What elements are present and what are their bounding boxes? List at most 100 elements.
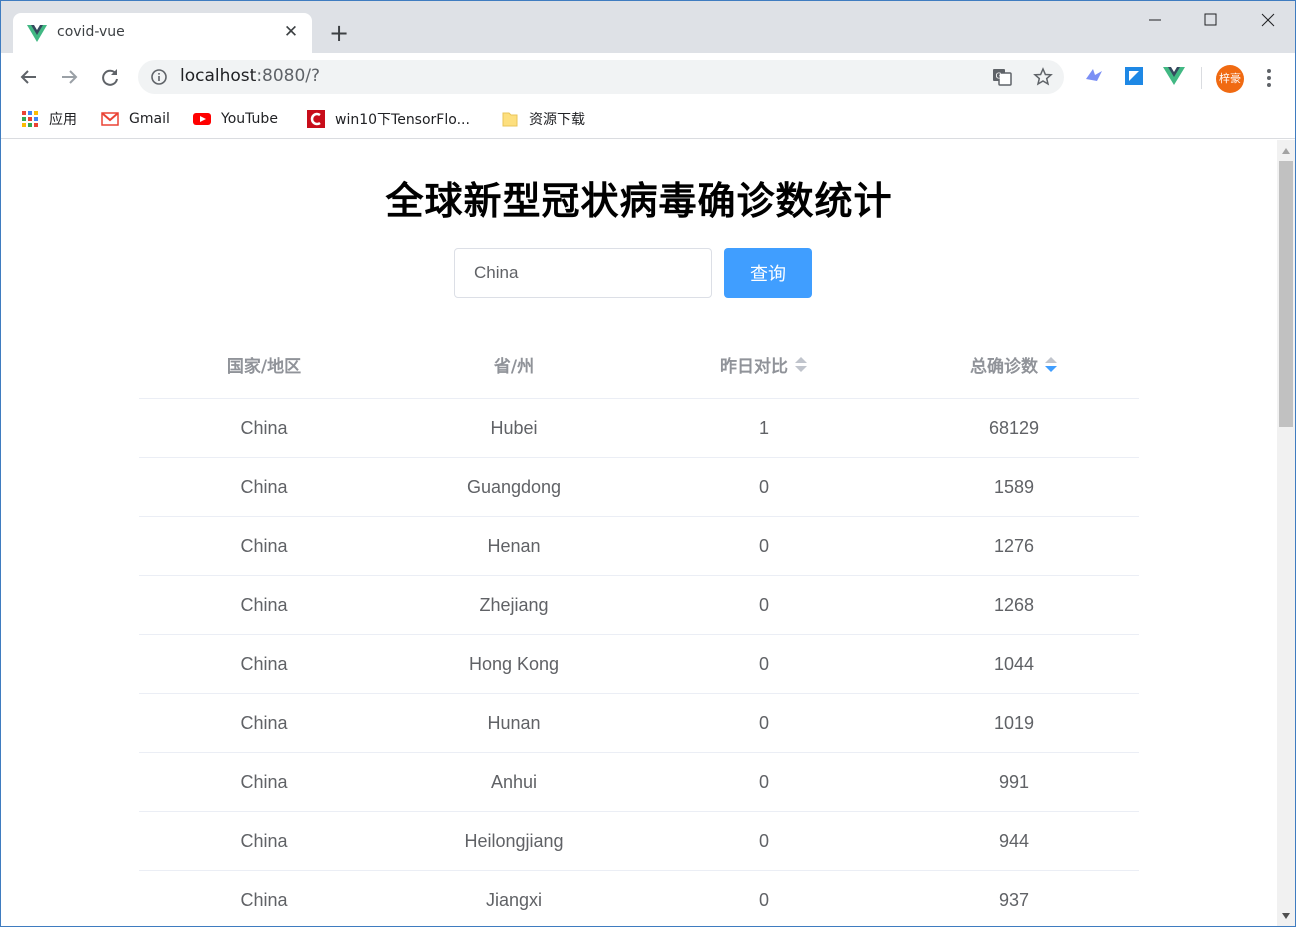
bookmark-label: 应用 xyxy=(49,112,77,128)
bookmark-star-icon[interactable] xyxy=(1033,67,1053,87)
cell-province: Zhejiang xyxy=(479,594,549,615)
table-row: China Henan 0 1276 xyxy=(139,517,1139,576)
cell-country: China xyxy=(240,535,288,556)
bookmark-label: Gmail xyxy=(129,111,170,127)
table-row: China Hubei 1 68129 xyxy=(139,399,1139,458)
cell-country: China xyxy=(240,417,288,438)
browser-tab[interactable]: covid-vue ✕ xyxy=(13,13,312,53)
close-tab-icon[interactable]: ✕ xyxy=(281,22,301,42)
url-host: localhost xyxy=(180,66,257,86)
more-menu-icon[interactable] xyxy=(1259,66,1279,90)
cell-total-confirmed: 937 xyxy=(998,889,1030,910)
cell-daily-change: 0 xyxy=(758,535,769,556)
bookmark-label: win10下TensorFlo... xyxy=(335,112,470,128)
table-row: China Jiangxi 0 937 xyxy=(139,871,1139,926)
cell-total-confirmed: 68129 xyxy=(988,417,1040,438)
browser-window: covid-vue ✕ + localhost:8080/? G 梓豪 应用 G… xyxy=(0,0,1296,927)
maximize-icon[interactable] xyxy=(1200,9,1222,31)
close-window-icon[interactable] xyxy=(1257,9,1279,31)
sort-caret-icon[interactable] xyxy=(794,356,808,374)
page-viewport: 全球新型冠状病毒确诊数统计 查询 国家/地区 省/州 昨日对比 总确诊数 Chi… xyxy=(1,140,1277,926)
scroll-down-icon[interactable] xyxy=(1281,911,1291,921)
cell-daily-change: 0 xyxy=(758,830,769,851)
column-header-label: 省/州 xyxy=(493,357,535,377)
table-header: 国家/地区 省/州 昨日对比 总确诊数 xyxy=(139,330,1139,399)
column-header-label: 国家/地区 xyxy=(226,357,302,377)
browser-toolbar: localhost:8080/? G 梓豪 xyxy=(1,53,1295,101)
cell-province: Henan xyxy=(487,535,541,556)
gmail-icon xyxy=(101,112,119,126)
avatar[interactable]: 梓豪 xyxy=(1216,65,1244,93)
cell-daily-change: 0 xyxy=(758,594,769,615)
reload-icon[interactable] xyxy=(97,64,123,90)
url-path: :8080/? xyxy=(256,66,321,86)
cell-country: China xyxy=(240,653,288,674)
cell-total-confirmed: 1044 xyxy=(993,653,1035,674)
cell-total-confirmed: 1019 xyxy=(993,712,1035,733)
column-header-country: 国家/地区 xyxy=(139,330,389,399)
cell-country: China xyxy=(240,889,288,910)
search-input[interactable] xyxy=(454,248,712,298)
cell-province: Anhui xyxy=(490,771,538,792)
cell-total-confirmed: 991 xyxy=(998,771,1030,792)
bookmark-gmail[interactable]: Gmail xyxy=(101,109,170,129)
cell-province: Hubei xyxy=(490,417,538,438)
url-text[interactable]: localhost:8080/? xyxy=(180,66,320,86)
cell-country: China xyxy=(240,476,288,497)
cell-daily-change: 0 xyxy=(758,889,769,910)
sort-caret-icon[interactable] xyxy=(1044,356,1058,374)
csdn-icon xyxy=(307,110,325,128)
translate-icon[interactable]: G xyxy=(992,67,1012,87)
cell-total-confirmed: 1268 xyxy=(993,594,1035,615)
table-row: China Guangdong 0 1589 xyxy=(139,458,1139,517)
table-row: China Hunan 0 1019 xyxy=(139,694,1139,753)
bookmark-folder[interactable]: 资源下载 xyxy=(501,109,585,129)
data-table: 国家/地区 省/州 昨日对比 总确诊数 China Hubei 1 68129 Chin… xyxy=(139,330,1139,926)
bookmark-label: 资源下载 xyxy=(529,112,585,128)
cell-province: Hong Kong xyxy=(468,653,560,674)
cell-total-confirmed: 944 xyxy=(998,830,1030,851)
search-button[interactable]: 查询 xyxy=(724,248,812,298)
page-scrollbar[interactable] xyxy=(1277,140,1295,926)
address-bar[interactable]: localhost:8080/? G xyxy=(138,60,1064,94)
cell-daily-change: 0 xyxy=(758,771,769,792)
bookmark-apps[interactable]: 应用 xyxy=(21,109,77,129)
new-tab-icon[interactable]: + xyxy=(327,21,351,45)
cell-province: Heilongjiang xyxy=(464,830,564,851)
back-icon[interactable] xyxy=(16,64,42,90)
scroll-up-icon[interactable] xyxy=(1281,146,1291,156)
tab-strip: covid-vue ✕ + xyxy=(1,1,1295,53)
forward-icon[interactable] xyxy=(56,64,82,90)
minimize-icon[interactable] xyxy=(1144,9,1166,31)
cell-province: Jiangxi xyxy=(485,889,543,910)
column-header-label: 昨日对比 xyxy=(720,357,788,377)
column-header-total-confirmed[interactable]: 总确诊数 xyxy=(889,330,1139,399)
scrollbar-thumb[interactable] xyxy=(1279,161,1293,427)
cell-province: Guangdong xyxy=(466,476,562,497)
cell-province: Hunan xyxy=(487,712,541,733)
vue-devtools-icon[interactable] xyxy=(1163,65,1185,87)
table-row: China Hong Kong 0 1044 xyxy=(139,635,1139,694)
bookmark-csdn[interactable]: win10下TensorFlo... xyxy=(307,109,470,129)
cell-daily-change: 1 xyxy=(758,417,769,438)
column-header-label: 总确诊数 xyxy=(970,357,1038,377)
cell-daily-change: 0 xyxy=(758,653,769,674)
youtube-icon xyxy=(193,113,211,125)
toolbar-divider xyxy=(1201,67,1202,89)
extension-square-icon[interactable] xyxy=(1123,65,1145,87)
table-body: China Hubei 1 68129 China Guangdong 0 1589 China… xyxy=(139,399,1139,926)
vue-logo-icon xyxy=(27,25,47,42)
info-icon[interactable] xyxy=(150,68,168,86)
extension-bird-icon[interactable] xyxy=(1083,65,1105,87)
column-header-daily-change[interactable]: 昨日对比 xyxy=(639,330,889,399)
folder-icon xyxy=(502,112,518,127)
cell-daily-change: 0 xyxy=(758,712,769,733)
cell-country: China xyxy=(240,830,288,851)
bookmark-youtube[interactable]: YouTube xyxy=(193,109,278,129)
svg-text:G: G xyxy=(996,72,1002,81)
tab-title: covid-vue xyxy=(57,24,125,40)
table-row: China Zhejiang 0 1268 xyxy=(139,576,1139,635)
bookmark-label: YouTube xyxy=(221,111,278,127)
cell-country: China xyxy=(240,771,288,792)
page-title: 全球新型冠状病毒确诊数统计 xyxy=(385,179,893,223)
